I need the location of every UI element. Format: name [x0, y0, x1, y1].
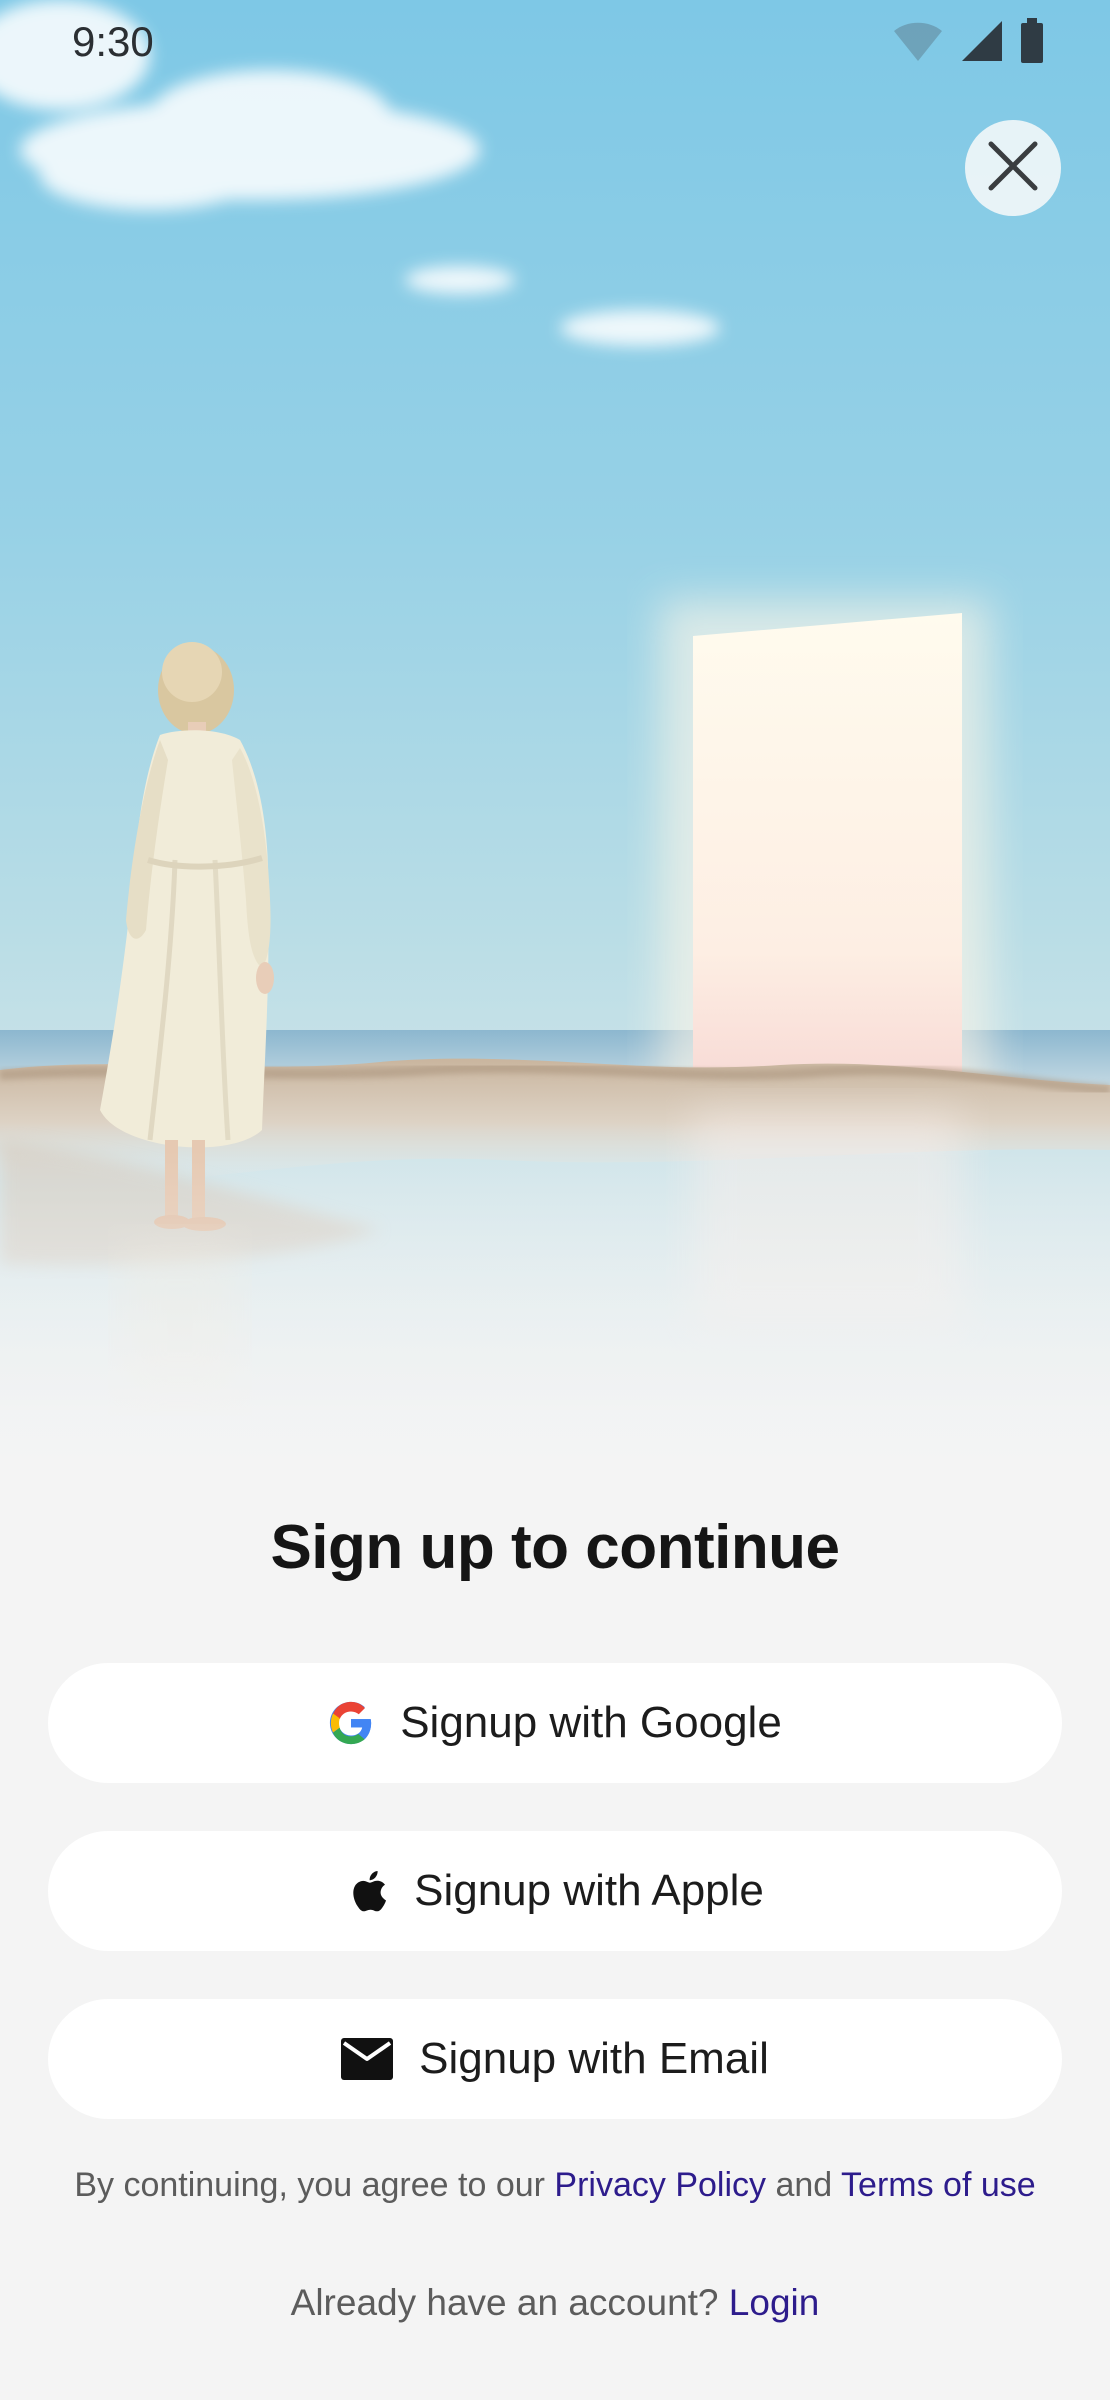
signup-google-label: Signup with Google [400, 1698, 782, 1747]
google-logo-icon [328, 1700, 374, 1746]
terms-prefix: By continuing, you agree to our [74, 2166, 555, 2204]
battery-icon [1020, 18, 1044, 69]
wifi-icon [892, 19, 944, 68]
page-title: Sign up to continue [270, 1513, 840, 1582]
close-icon [987, 140, 1039, 197]
terms-connector: and [766, 2166, 842, 2204]
signup-email-button[interactable]: Signup with Email [48, 1999, 1062, 2119]
privacy-policy-link[interactable]: Privacy Policy [554, 2166, 766, 2204]
signup-apple-button[interactable]: Signup with Apple [48, 1831, 1062, 1951]
apple-logo-icon [346, 1866, 388, 1916]
login-link[interactable]: Login [729, 2282, 820, 2323]
signup-apple-label: Signup with Apple [414, 1866, 764, 1915]
close-button[interactable] [965, 120, 1061, 216]
hero-illustration [0, 0, 1110, 1500]
status-icons [892, 18, 1044, 69]
mail-icon [341, 2038, 394, 2080]
login-row: Already have an account? Login [0, 2282, 1110, 2324]
terms-text: By continuing, you agree to our Privacy … [0, 2166, 1110, 2205]
login-prompt: Already have an account? [290, 2282, 729, 2323]
status-time: 9:30 [72, 18, 154, 65]
signup-google-button[interactable]: Signup with Google [48, 1663, 1062, 1783]
status-bar: 9:30 [0, 0, 1110, 84]
terms-of-use-link[interactable]: Terms of use [841, 2166, 1036, 2204]
cell-signal-icon [960, 19, 1004, 68]
signup-email-label: Signup with Email [419, 2034, 769, 2083]
